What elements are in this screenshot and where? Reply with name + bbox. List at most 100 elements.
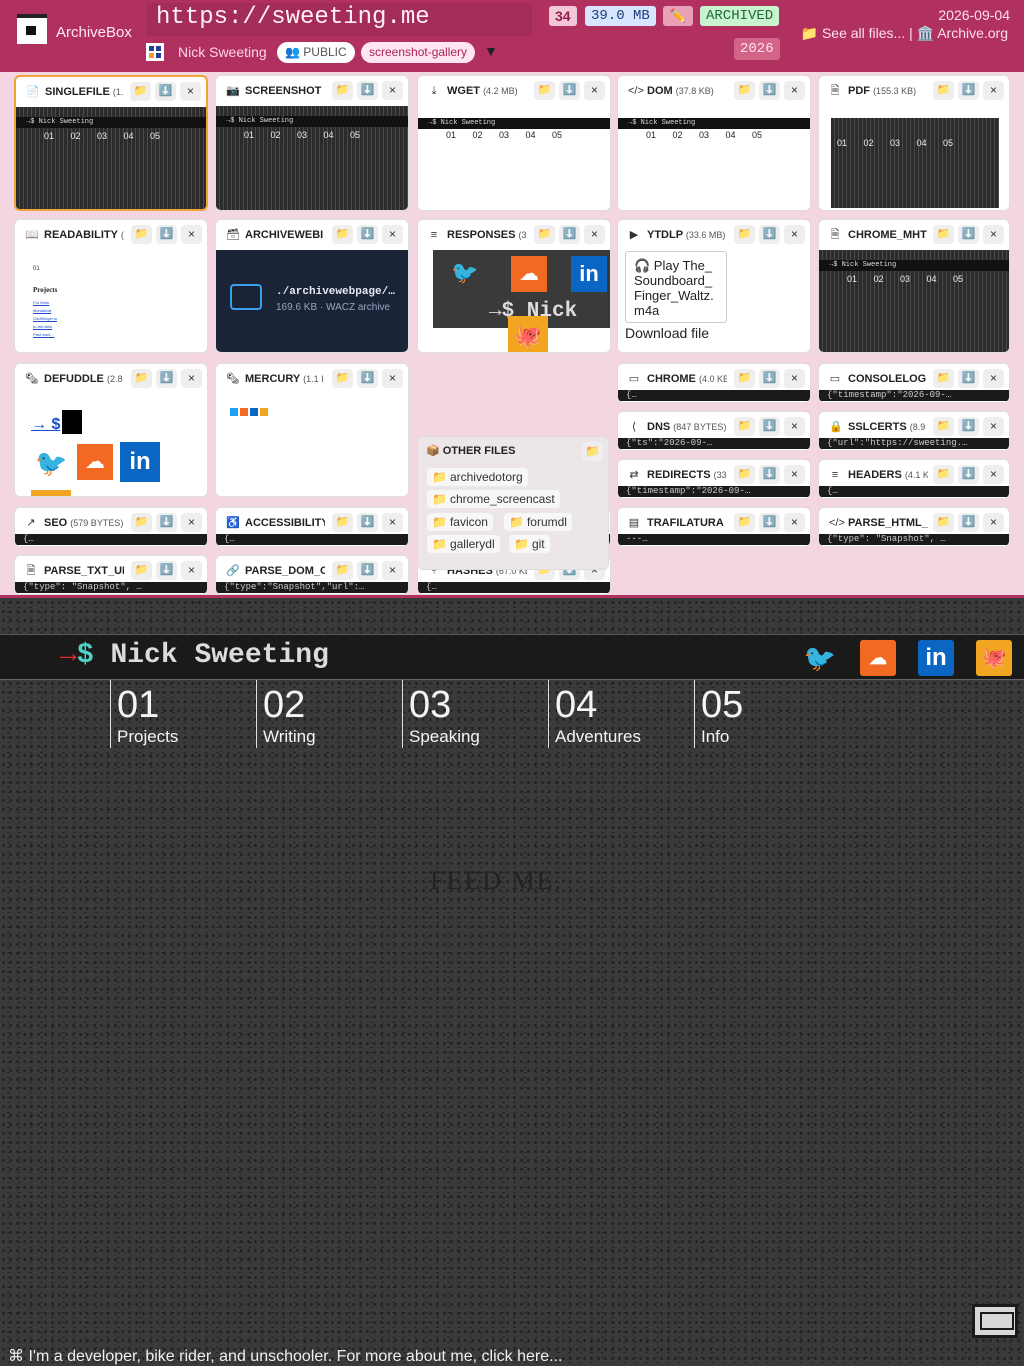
download-icon[interactable]: ⬇️ bbox=[759, 513, 780, 532]
download-icon[interactable]: ⬇️ bbox=[759, 417, 780, 436]
tag-screenshot-gallery[interactable]: screenshot-gallery bbox=[361, 42, 476, 63]
extractor-card-parse_txt_urls[interactable]: 🗎 PARSE_TXT_URLS 📁⬇️× {"type": "Snapshot",… bbox=[14, 555, 208, 595]
extractor-card-sslcerts[interactable]: 🔒 SSLCERTS (8.9 KB) 📁⬇️× {"url":"https://sw… bbox=[818, 411, 1010, 451]
download-icon[interactable]: ⬇️ bbox=[759, 81, 780, 100]
card-preview[interactable]: 01 Projects For Work Monadical OddSlinger.io… bbox=[15, 250, 207, 352]
download-icon[interactable]: ⬇️ bbox=[156, 513, 177, 532]
download-icon[interactable]: ⬇️ bbox=[958, 417, 979, 436]
open-folder-icon[interactable]: 📁 bbox=[734, 81, 755, 100]
card-preview[interactable]: ./archivewebpage/… 169.6 KB · WACZ archiv… bbox=[216, 250, 408, 352]
download-icon[interactable]: ⬇️ bbox=[759, 225, 780, 244]
close-icon[interactable]: × bbox=[983, 225, 1004, 244]
close-icon[interactable]: × bbox=[983, 369, 1004, 388]
download-icon[interactable]: ⬇️ bbox=[958, 369, 979, 388]
close-icon[interactable]: × bbox=[382, 561, 403, 580]
extractor-card-archivewebi[interactable]: 🗃 ARCHIVEWEBI 📁 ⬇️ × ./archivewebpage/… 169.6… bbox=[215, 219, 409, 353]
download-icon[interactable]: ⬇️ bbox=[156, 225, 177, 244]
open-folder-icon[interactable]: 📁 bbox=[534, 81, 555, 100]
extractor-card-readability[interactable]: 📖 READABILITY (📁 ⬇️ × 01 Projects For Work Mona… bbox=[14, 219, 208, 353]
menu-item-4[interactable]: 05 Info bbox=[694, 680, 840, 748]
download-icon[interactable]: ⬇️ bbox=[357, 81, 378, 100]
open-folder-icon[interactable]: 📁 bbox=[933, 417, 954, 436]
close-icon[interactable]: × bbox=[181, 513, 202, 532]
extractor-card-mercury[interactable]: 🗞 MERCURY (1.1 I 📁 ⬇️ × bbox=[215, 363, 409, 497]
close-icon[interactable]: × bbox=[784, 513, 805, 532]
page-preview[interactable]: →$ Nick Sweeting 🐦 ☁ in 🐙 01 Projects 02 Wr… bbox=[0, 598, 1024, 1366]
menu-item-3[interactable]: 04 Adventures bbox=[548, 680, 694, 748]
edit-button[interactable]: ✏️ bbox=[663, 6, 693, 26]
open-folder-icon[interactable]: 📁 bbox=[734, 465, 755, 484]
open-folder-icon[interactable]: 📁 bbox=[131, 369, 152, 388]
close-icon[interactable]: × bbox=[382, 81, 403, 100]
close-icon[interactable]: × bbox=[983, 81, 1004, 100]
close-icon[interactable]: × bbox=[181, 225, 202, 244]
open-folder-icon[interactable]: 📁 bbox=[734, 369, 755, 388]
open-folder-icon[interactable]: 📁 bbox=[534, 225, 555, 244]
extractor-card-defuddle[interactable]: 🗞 DEFUDDLE (2.8 📁 ⬇️ × → $ 🐦 ☁ in bbox=[14, 363, 208, 497]
open-folder-icon[interactable]: 📁 bbox=[332, 513, 353, 532]
download-icon[interactable]: ⬇️ bbox=[155, 82, 176, 101]
card-preview[interactable]: 01 02 03 04 05 bbox=[819, 106, 1009, 210]
site-logo[interactable]: →$ Nick Sweeting bbox=[60, 640, 329, 671]
download-icon[interactable]: ⬇️ bbox=[759, 465, 780, 484]
download-icon[interactable]: ⬇️ bbox=[156, 369, 177, 388]
file-chip-favicon[interactable]: 📁 favicon bbox=[427, 513, 493, 531]
open-folder-icon[interactable]: 📁 bbox=[332, 81, 353, 100]
close-icon[interactable]: × bbox=[983, 417, 1004, 436]
download-icon[interactable]: ⬇️ bbox=[958, 513, 979, 532]
card-preview[interactable]: →$ Nick Sweeting 01 02 03 04 05 bbox=[819, 250, 1009, 352]
url-field[interactable]: https://sweeting.me bbox=[146, 3, 532, 36]
download-icon[interactable]: ⬇️ bbox=[958, 81, 979, 100]
twitter-icon[interactable]: 🐦 bbox=[802, 640, 838, 676]
extractor-card-ytdlp[interactable]: ▶ YTDLP (33.6 MB) 📁 ⬇️ × 🎧 Play The_Soundboar… bbox=[617, 219, 811, 353]
tags-dropdown-icon[interactable]: ▼ bbox=[484, 43, 498, 59]
card-preview[interactable] bbox=[216, 394, 408, 496]
close-icon[interactable]: × bbox=[382, 369, 403, 388]
download-icon[interactable]: ⬇️ bbox=[357, 513, 378, 532]
soundcloud-icon[interactable]: ☁ bbox=[860, 640, 896, 676]
open-folder-icon[interactable]: 📁 bbox=[332, 225, 353, 244]
close-icon[interactable]: × bbox=[784, 417, 805, 436]
extractor-card-seo[interactable]: ↗ SEO (579 BYTES) 📁 ⬇️ × {… bbox=[14, 507, 208, 547]
download-icon[interactable]: ⬇️ bbox=[357, 561, 378, 580]
download-icon[interactable]: ⬇️ bbox=[759, 369, 780, 388]
card-preview[interactable]: →$ Nick Sweeting 01 02 03 04 05 bbox=[216, 106, 408, 210]
close-icon[interactable]: × bbox=[983, 465, 1004, 484]
download-icon[interactable]: ⬇️ bbox=[156, 561, 177, 580]
extractor-card-pdf[interactable]: 🗎 PDF (155.3 KB) 📁 ⬇️ × 01 02 03 04 05 bbox=[818, 75, 1010, 211]
open-folder-icon[interactable]: 📁 bbox=[582, 442, 603, 461]
public-tag[interactable]: 👥 PUBLIC bbox=[277, 42, 355, 63]
close-icon[interactable]: × bbox=[382, 513, 403, 532]
archivebox-logo-icon[interactable] bbox=[17, 14, 47, 44]
open-folder-icon[interactable]: 📁 bbox=[933, 513, 954, 532]
extractor-card-accessibility[interactable]: ♿ ACCESSIBILITY (4 📁⬇️× {… bbox=[215, 507, 409, 547]
menu-item-2[interactable]: 03 Speaking bbox=[402, 680, 548, 748]
close-icon[interactable]: × bbox=[180, 82, 201, 101]
card-preview[interactable]: →$ Nick Sweeting 01 02 03 04 05 bbox=[16, 107, 206, 209]
footer-about-link[interactable]: ⌘ I'm a developer, bike rider, and unsch… bbox=[8, 1346, 562, 1366]
download-icon[interactable]: ⬇️ bbox=[958, 465, 979, 484]
download-icon[interactable]: ⬇️ bbox=[559, 225, 580, 244]
card-preview[interactable]: 🐦 ☁ in →$ Nick 🐙 bbox=[418, 250, 610, 352]
extractor-card-parse_dom_out[interactable]: 🔗 PARSE_DOM_OUT 📁⬇️× {"type":"Snapshot","u… bbox=[215, 555, 409, 595]
open-folder-icon[interactable]: 📁 bbox=[933, 81, 954, 100]
open-folder-icon[interactable]: 📁 bbox=[734, 225, 755, 244]
open-folder-icon[interactable]: 📁 bbox=[734, 513, 755, 532]
open-folder-icon[interactable]: 📁 bbox=[734, 417, 755, 436]
menu-item-0[interactable]: 01 Projects bbox=[110, 680, 256, 748]
file-chip-archivedotorg[interactable]: 📁 archivedotorg bbox=[427, 468, 528, 486]
app-name[interactable]: ArchiveBox bbox=[56, 24, 132, 41]
close-icon[interactable]: × bbox=[181, 369, 202, 388]
open-folder-icon[interactable]: 📁 bbox=[933, 465, 954, 484]
close-icon[interactable]: × bbox=[784, 81, 805, 100]
card-preview[interactable]: →$ Nick Sweeting 01 02 03 04 05 bbox=[618, 106, 810, 210]
card-preview[interactable]: →$ Nick Sweeting 01 02 03 04 05 bbox=[418, 106, 610, 210]
extractor-card-chrome_mht[interactable]: 🗎 CHROME_MHT 📁 ⬇️ × →$ Nick Sweeting 01 02 03… bbox=[818, 219, 1010, 353]
extractor-card-chrome[interactable]: ▭ CHROME (4.0 KB) 📁⬇️× {… bbox=[617, 363, 811, 403]
close-icon[interactable]: × bbox=[181, 561, 202, 580]
download-icon[interactable]: ⬇️ bbox=[559, 81, 580, 100]
page-title[interactable]: Nick Sweeting bbox=[178, 44, 267, 60]
extractor-card-wget[interactable]: ⤓ WGET (4.2 MB) 📁 ⬇️ × →$ Nick Sweeting 01 02 … bbox=[417, 75, 611, 211]
close-icon[interactable]: × bbox=[784, 369, 805, 388]
card-preview[interactable]: → $ 🐦 ☁ in bbox=[15, 394, 207, 496]
